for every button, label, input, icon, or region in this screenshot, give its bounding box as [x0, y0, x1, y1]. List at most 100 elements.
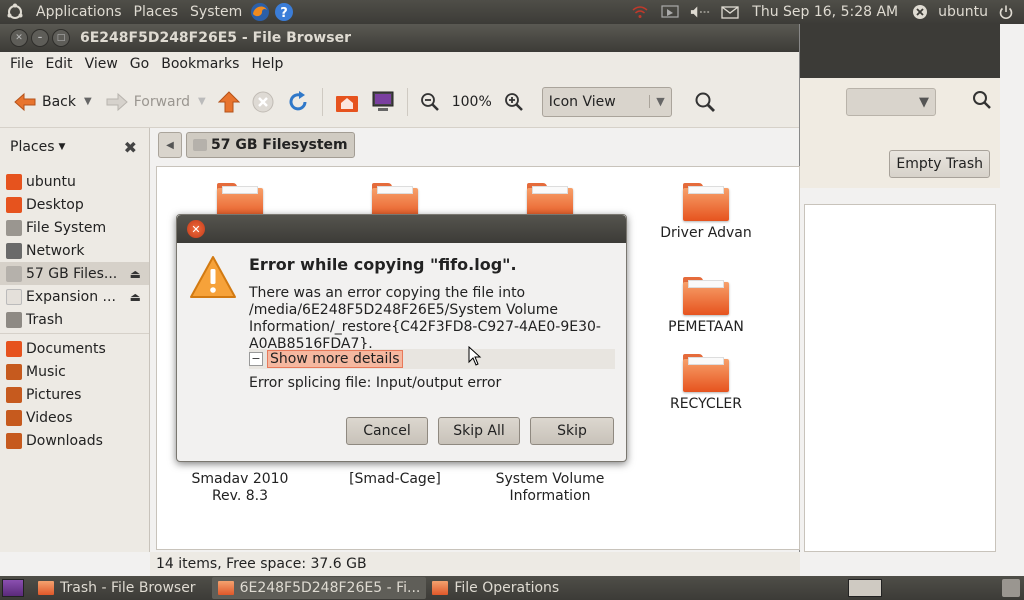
- reload-icon: [289, 90, 307, 110]
- file-item[interactable]: PEMETAAN: [641, 277, 771, 336]
- empty-trash-button[interactable]: Empty Trash: [889, 150, 990, 178]
- forward-button[interactable]: Forward: [102, 88, 194, 116]
- sidebar-header[interactable]: Places ▼ ✖: [0, 128, 149, 166]
- toolbar: Back ▼ Forward ▼ 100% Icon View ▼: [0, 76, 799, 128]
- trash-search-icon[interactable]: [972, 90, 992, 114]
- menu-system[interactable]: System: [184, 4, 248, 20]
- up-button[interactable]: [214, 87, 244, 117]
- skip-all-button[interactable]: Skip All: [438, 417, 520, 445]
- cancel-button[interactable]: Cancel: [346, 417, 428, 445]
- sidebar-item-label: 57 GB Files...: [26, 265, 118, 282]
- menu-view[interactable]: View: [79, 56, 124, 72]
- close-icon[interactable]: ✕: [187, 220, 205, 238]
- sidebar-item-57gb-filesystem[interactable]: 57 GB Files... ⏏: [0, 262, 149, 285]
- menu-go[interactable]: Go: [124, 56, 155, 72]
- file-label: PEMETAAN: [668, 319, 744, 335]
- maximize-window-button[interactable]: □: [52, 29, 70, 47]
- minimize-window-button[interactable]: –: [31, 29, 49, 47]
- trash-view-select[interactable]: ▼: [846, 88, 936, 116]
- drive-icon: [193, 139, 207, 151]
- bottom-panel: Trash - File Browser 6E248F5D248F26E5 - …: [0, 576, 1024, 600]
- menu-file[interactable]: File: [4, 56, 39, 72]
- taskbar-item-file-operations[interactable]: File Operations: [426, 577, 565, 599]
- workspace-switcher[interactable]: [848, 579, 882, 597]
- sidebar-item-documents[interactable]: Documents: [0, 337, 149, 360]
- help-icon[interactable]: ?: [274, 2, 294, 22]
- window-titlebar[interactable]: ✕ – □ 6E248F5D248F26E5 - File Browser: [0, 24, 799, 52]
- taskbar-item-file-browser[interactable]: 6E248F5D248F26E5 - Fi...: [211, 577, 427, 599]
- file-label: [Smad-Cage]: [349, 471, 441, 487]
- close-window-button[interactable]: ✕: [10, 29, 28, 47]
- view-mode-select[interactable]: Icon View ▼: [541, 86, 672, 117]
- clock[interactable]: Thu Sep 16, 5:28 AM: [752, 4, 898, 20]
- zoom-in-button[interactable]: [500, 88, 528, 116]
- forward-label: Forward: [133, 93, 191, 110]
- back-history-dropdown[interactable]: ▼: [84, 96, 92, 107]
- sidebar-item-music[interactable]: Music: [0, 360, 149, 383]
- sidebar-item-file-system[interactable]: File System: [0, 216, 149, 239]
- firefox-icon[interactable]: [250, 2, 270, 22]
- network-icon: [6, 242, 22, 259]
- trash-applet-icon[interactable]: [1002, 579, 1020, 597]
- sidebar-item-expansion[interactable]: Expansion ... ⏏: [0, 285, 149, 308]
- file-item[interactable]: RECYCLER: [641, 354, 771, 413]
- home-button[interactable]: [331, 87, 363, 117]
- ubuntu-logo-icon[interactable]: [4, 1, 26, 23]
- back-button[interactable]: Back: [10, 88, 80, 116]
- menu-applications[interactable]: Applications: [30, 4, 128, 20]
- forward-history-dropdown[interactable]: ▼: [198, 96, 206, 107]
- desktop-edge: [1000, 24, 1024, 576]
- zoom-level[interactable]: 100%: [448, 94, 496, 110]
- menu-places[interactable]: Places: [128, 4, 185, 20]
- mail-icon[interactable]: [720, 2, 740, 22]
- path-button-current[interactable]: 57 GB Filesystem: [186, 132, 355, 158]
- wifi-icon[interactable]: [630, 2, 650, 22]
- close-sidebar-icon[interactable]: ✖: [124, 138, 137, 157]
- places-sidebar: Places ▼ ✖ ubuntu Desktop File System Ne…: [0, 128, 150, 552]
- folder-icon: [683, 183, 729, 221]
- details-expander[interactable]: − Show more details: [249, 349, 615, 369]
- trash-icon: [6, 311, 22, 328]
- sidebar-item-trash[interactable]: Trash: [0, 308, 149, 331]
- warning-icon: [190, 256, 236, 298]
- computer-icon: [372, 91, 394, 111]
- view-mode-label: Icon View: [548, 93, 616, 110]
- show-desktop-icon[interactable]: [2, 579, 24, 597]
- taskbar-item-label: Trash - File Browser: [60, 580, 196, 596]
- sidebar-item-ubuntu[interactable]: ubuntu: [0, 170, 149, 193]
- menu-help[interactable]: Help: [245, 56, 289, 72]
- trash-window-titlebar[interactable]: [790, 24, 1000, 78]
- eject-icon[interactable]: ⏏: [130, 290, 141, 304]
- path-scroll-left-button[interactable]: ◀: [158, 132, 182, 158]
- stop-button[interactable]: [248, 87, 278, 117]
- volume-icon[interactable]: [690, 2, 710, 22]
- sidebar-item-downloads[interactable]: Downloads: [0, 429, 149, 452]
- sidebar-item-pictures[interactable]: Pictures: [0, 383, 149, 406]
- power-icon[interactable]: [996, 2, 1016, 22]
- trash-window-toolbar: ▼: [790, 78, 1000, 126]
- eject-icon[interactable]: ⏏: [130, 267, 141, 281]
- taskbar-item-label: File Operations: [454, 580, 560, 596]
- skip-button[interactable]: Skip: [530, 417, 614, 445]
- sidebar-item-desktop[interactable]: Desktop: [0, 193, 149, 216]
- taskbar-item-trash[interactable]: Trash - File Browser: [32, 577, 202, 599]
- reload-button[interactable]: [282, 86, 314, 118]
- sidebar-item-network[interactable]: Network: [0, 239, 149, 262]
- user-status-icon[interactable]: [910, 2, 930, 22]
- screen-icon[interactable]: [660, 2, 680, 22]
- sidebar-item-videos[interactable]: Videos: [0, 406, 149, 429]
- search-button[interactable]: [690, 87, 720, 117]
- stop-icon: [252, 91, 274, 112]
- folder-icon: [683, 354, 729, 392]
- menu-edit[interactable]: Edit: [39, 56, 78, 72]
- menu-bookmarks[interactable]: Bookmarks: [155, 56, 245, 72]
- drive-icon: [6, 288, 22, 305]
- sidebar-item-label: Documents: [26, 340, 106, 357]
- computer-button[interactable]: [367, 87, 399, 117]
- zoom-out-button[interactable]: [416, 88, 444, 116]
- dialog-titlebar[interactable]: ✕: [177, 215, 626, 243]
- user-name[interactable]: ubuntu: [938, 4, 988, 20]
- taskbar-item-label: 6E248F5D248F26E5 - Fi...: [239, 580, 421, 596]
- path-button-label: 57 GB Filesystem: [211, 137, 348, 153]
- file-item[interactable]: Driver Advan: [641, 183, 771, 242]
